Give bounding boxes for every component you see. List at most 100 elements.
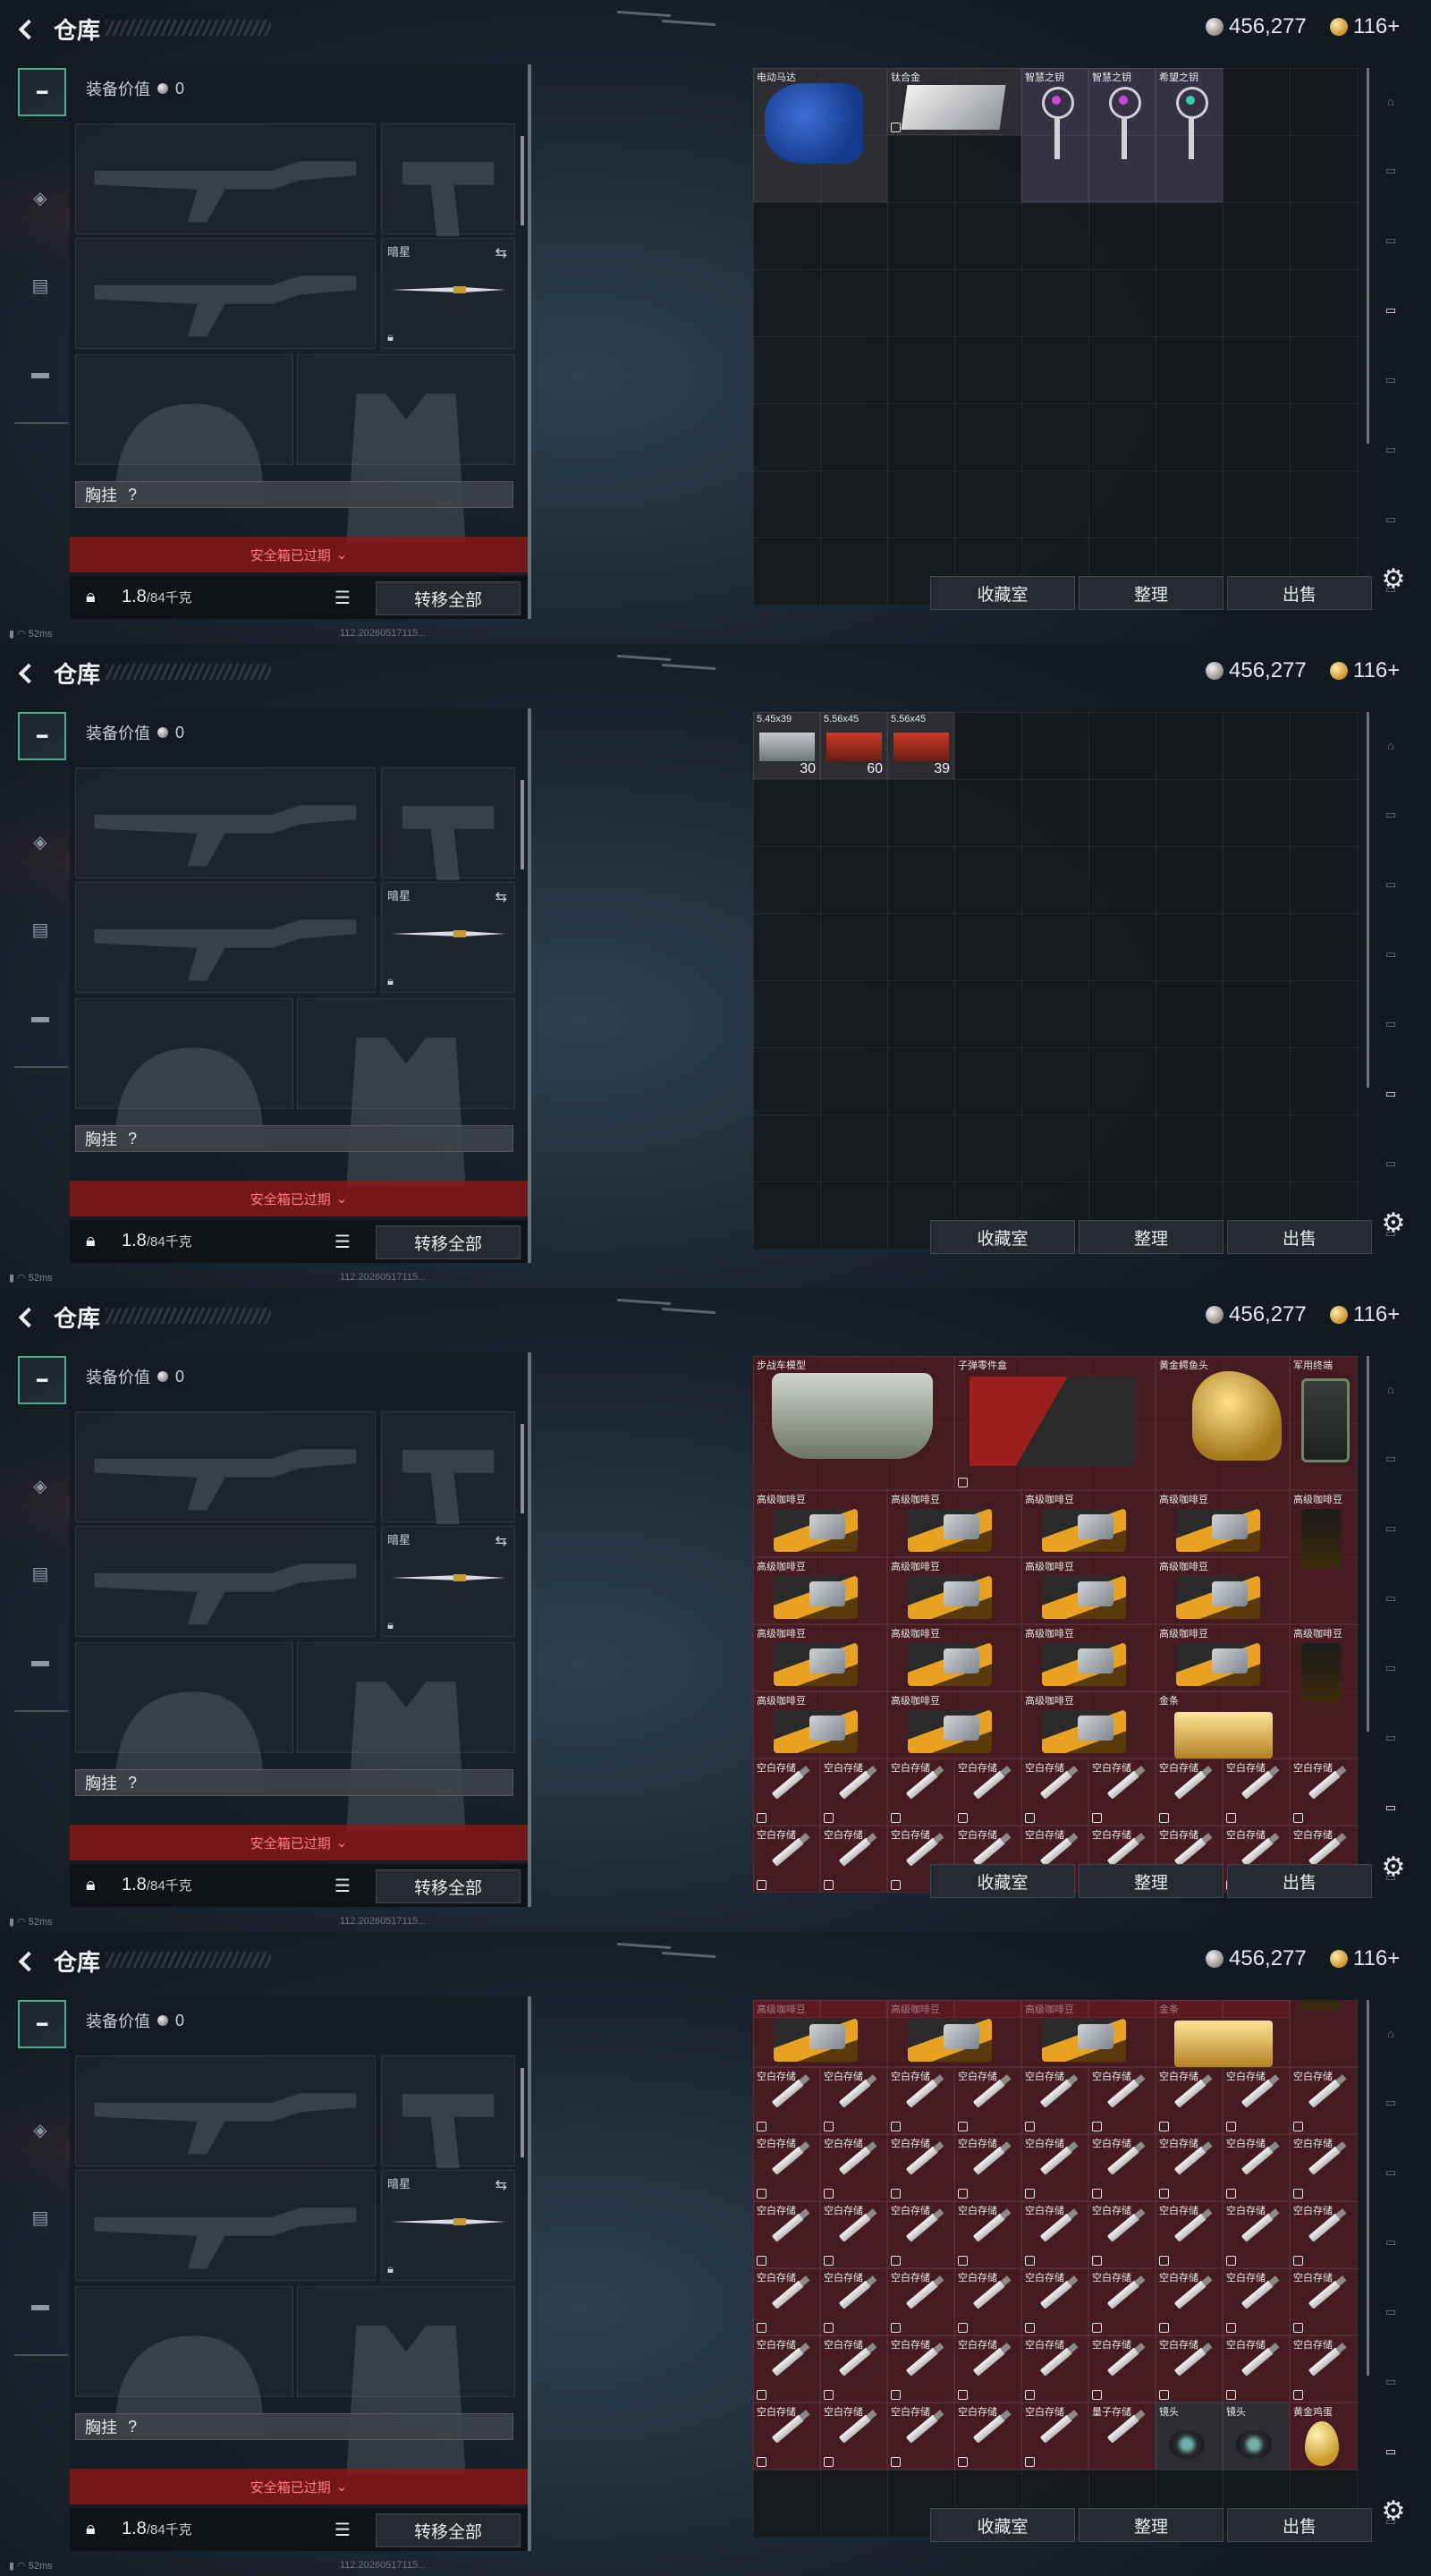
stash-item[interactable]: 高级咖啡豆	[1021, 1557, 1156, 1624]
stash-page-tab[interactable]: ▭	[1376, 2157, 1406, 2188]
gold-currency[interactable]: 116+	[1330, 658, 1400, 683]
swap-icon[interactable]: ⇆	[495, 1532, 507, 1550]
stash-item[interactable]: 军用终端	[1290, 1356, 1357, 1490]
stash-item[interactable]: 空白存储	[1290, 2134, 1357, 2201]
gear-icon[interactable]: ⚙	[1377, 564, 1410, 596]
back-icon[interactable]	[14, 1948, 39, 1973]
stash-item[interactable]: 空白存储	[1021, 2201, 1088, 2268]
stash-item[interactable]: 空白存储	[1223, 2134, 1290, 2201]
nav-armor-icon[interactable]: ◈	[18, 2107, 63, 2152]
stash-item[interactable]: 空白存储	[1156, 2134, 1223, 2201]
stash-item[interactable]	[1156, 2000, 1223, 2018]
back-icon[interactable]	[14, 660, 39, 685]
helmet-slot[interactable]	[75, 998, 293, 1148]
stash-item[interactable]: 空白存储	[1156, 2201, 1223, 2268]
chest-rig-bar[interactable]: 胸挂 ?	[75, 2413, 513, 2440]
stash-item[interactable]	[820, 2000, 887, 2018]
secondary-weapon-slot[interactable]	[75, 2170, 376, 2281]
pistol-slot[interactable]	[381, 123, 515, 237]
stash-page-tab[interactable]: ⌂	[1376, 2018, 1406, 2048]
stash-item[interactable]: 空白存储	[1021, 2067, 1088, 2134]
stash-item[interactable]: 空白存储	[820, 2134, 887, 2201]
stash-item[interactable]: 空白存储	[753, 2201, 820, 2268]
pistol-slot[interactable]	[381, 767, 515, 881]
sort-button[interactable]: 整理	[1079, 1864, 1224, 1898]
stash-item[interactable]: 空白存储	[1156, 2067, 1223, 2134]
stash-item[interactable]: 空白存储	[820, 2067, 887, 2134]
gold-currency[interactable]: 116+	[1330, 1302, 1400, 1327]
stash-item[interactable]: 空白存储	[1088, 2335, 1156, 2402]
safe-box-expired-bar[interactable]: 安全箱已过期 ⌄	[70, 2469, 528, 2504]
stash-item[interactable]: 空白存储	[1290, 1758, 1357, 1826]
stash-page-tab[interactable]: ▭	[1376, 1513, 1406, 1544]
stash-item[interactable]: 高级咖啡豆	[753, 1691, 887, 1758]
stash-item[interactable]: 空白存储	[887, 2067, 954, 2134]
stash-item[interactable]: 高级咖啡豆	[887, 1691, 1021, 1758]
stash-page-tab[interactable]: ▭	[1376, 800, 1406, 830]
stash-page-tab[interactable]: ▭	[1376, 1792, 1406, 1823]
transfer-all-button[interactable]: 转移全部	[376, 1869, 521, 1903]
stash-item[interactable]: 空白存储	[887, 2335, 954, 2402]
nav-weapon-icon[interactable]: ━	[18, 2000, 66, 2048]
stash-item[interactable]: 黄金鳄鱼头	[1156, 1356, 1290, 1490]
nav-rig-icon[interactable]: ▤	[18, 907, 63, 952]
stash-item[interactable]	[954, 2000, 1021, 2018]
stash-item[interactable]: 空白存储	[1223, 1758, 1290, 1826]
stash-item[interactable]: 高级咖啡豆	[887, 1624, 1021, 1691]
stash-item[interactable]: 空白存储	[1021, 1758, 1088, 1826]
stash-item[interactable]: 高级咖啡豆	[753, 1624, 887, 1691]
nav-armor-icon[interactable]: ◈	[18, 819, 63, 864]
stash-item[interactable]: 空白存储	[753, 2268, 820, 2335]
gear-icon[interactable]: ⚙	[1377, 1208, 1410, 1240]
stash-page-tab[interactable]: ⌂	[1376, 730, 1406, 760]
stash-page-tab[interactable]: ▭	[1376, 1009, 1406, 1039]
stash-item[interactable]: 空白存储	[1156, 1758, 1223, 1826]
stash-page-tab[interactable]: ▭	[1376, 1653, 1406, 1683]
armor-slot[interactable]	[297, 998, 515, 1187]
stash-item[interactable]: 空白存储	[887, 1758, 954, 1826]
list-icon[interactable]: ☰	[334, 2519, 351, 2541]
collection-room-button[interactable]: 收藏室	[930, 576, 1075, 610]
stash-item[interactable]: 空白存储	[1088, 2201, 1156, 2268]
stash-item[interactable]: 高级咖啡豆	[753, 1557, 887, 1624]
stash-item[interactable]: 电动马达	[753, 68, 887, 202]
primary-weapon-slot[interactable]	[75, 767, 376, 878]
stash-item[interactable]: 空白存储	[753, 1758, 820, 1826]
nav-weapon-icon[interactable]: ━	[18, 68, 66, 116]
stash-page-tab[interactable]: ▭	[1376, 1583, 1406, 1614]
stash-item[interactable]: 空白存储	[1156, 2335, 1223, 2402]
collection-room-button[interactable]: 收藏室	[930, 2508, 1075, 2542]
stash-page-tab[interactable]: ⌂	[1376, 1374, 1406, 1404]
stash-item[interactable]: 空白存储	[753, 1826, 820, 1893]
stash-item[interactable]: 空白存储	[753, 2402, 820, 2470]
primary-weapon-slot[interactable]	[75, 123, 376, 234]
stash-item[interactable]: 空白存储	[887, 2268, 954, 2335]
stash-item[interactable]: 空白存储	[1290, 2268, 1357, 2335]
armor-slot[interactable]	[297, 1642, 515, 1831]
stash-item[interactable]: 钛合金	[887, 68, 1021, 135]
stash-item[interactable]: 空白存储	[820, 2201, 887, 2268]
nav-rig-icon[interactable]: ▤	[18, 1551, 63, 1596]
nav-backpack-icon[interactable]: ▬	[18, 995, 63, 1039]
stash-item[interactable]: 空白存储	[954, 2201, 1021, 2268]
secondary-weapon-slot[interactable]	[75, 882, 376, 993]
melee-slot[interactable]: 暗星 ⇆ 🔒︎	[381, 2170, 515, 2281]
stash-item[interactable]: 空白存储	[1290, 2067, 1357, 2134]
collection-room-button[interactable]: 收藏室	[930, 1220, 1075, 1254]
stash-item[interactable]	[1223, 2000, 1290, 2018]
stash-item[interactable]: 高级咖啡豆	[1290, 2000, 1357, 2067]
chest-rig-bar[interactable]: 胸挂 ?	[75, 481, 513, 508]
stash-item[interactable]: 步战车模型	[753, 1356, 954, 1490]
stash-item[interactable]: 高级咖啡豆	[1290, 1624, 1357, 1758]
stash-item[interactable]: 空白存储	[1290, 2201, 1357, 2268]
stash-item[interactable]: 高级咖啡豆	[1290, 1490, 1357, 1624]
stash-page-tab[interactable]: ▭	[1376, 1444, 1406, 1474]
equipment-scrollbar[interactable]	[521, 2068, 524, 2157]
stash-item[interactable]: 高级咖啡豆	[1021, 1624, 1156, 1691]
stash-page-tab[interactable]: ▭	[1376, 295, 1406, 326]
stash-item[interactable]: 空白存储	[820, 2402, 887, 2470]
stash-item[interactable]: 空白存储	[753, 2067, 820, 2134]
gold-currency[interactable]: 116+	[1330, 1946, 1400, 1971]
stash-item[interactable]: 子弹零件盒	[954, 1356, 1156, 1490]
stash-item[interactable]: 空白存储	[820, 1826, 887, 1893]
